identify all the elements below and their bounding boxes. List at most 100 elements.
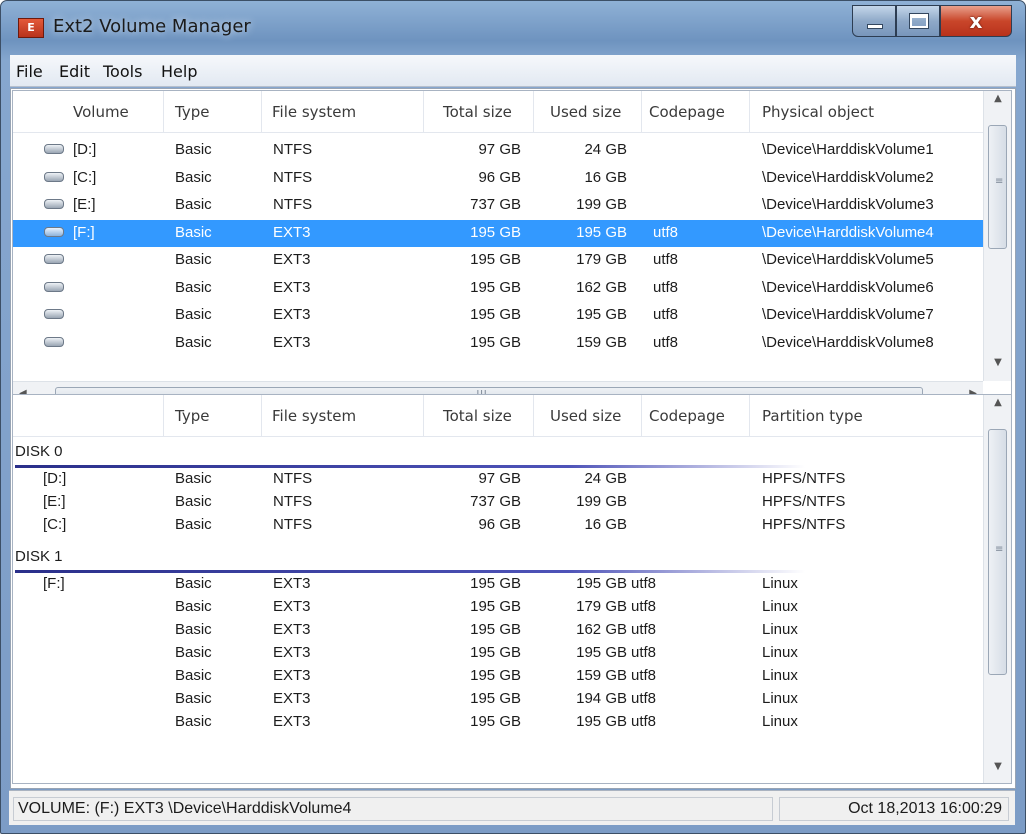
col-used-size[interactable]: Used size [550,103,621,121]
col-file-system[interactable]: File system [272,103,356,121]
volume-codepage: utf8 [653,306,679,323]
disk-drive-icon [44,281,64,292]
volume-physical: \Device\HarddiskVolume7 [762,306,934,323]
volume-row[interactable]: [F:] Basic EXT3 195 GB 195 GB utf8 \Device\Har… [13,219,983,247]
partition-row[interactable]: Basic EXT3 195 GB 195 GB utf8 Linux [13,643,983,666]
col-physical-object[interactable]: Physical object [762,103,874,121]
partition-type-basic: Basic [175,575,212,592]
volume-row[interactable]: [D:] Basic NTFS 97 GB 24 GB \Device\HarddiskV… [13,137,983,164]
col-partition-type[interactable]: Partition type [762,407,863,425]
volume-physical: \Device\HarddiskVolume8 [762,333,934,351]
partition-fs: NTFS [273,493,313,510]
col-total-size[interactable]: Total size [443,103,512,121]
disk-layout-vscroll-thumb[interactable]: ≡ [988,429,1007,675]
volume-used: 195 GB [576,306,627,323]
volume-fs: EXT3 [273,278,311,296]
partition-fs: EXT3 [273,690,311,707]
partition-fs: NTFS [273,470,313,487]
partition-kind: Linux [762,575,798,592]
partition-used: 162 GB [576,621,627,638]
partition-codepage: utf8 [631,575,657,592]
menu-help[interactable]: Help [161,62,197,81]
menu-edit[interactable]: Edit [59,62,90,81]
close-button[interactable]: x [940,5,1012,37]
volume-row[interactable]: [C:] Basic NTFS 96 GB 16 GB \Device\HarddiskV… [13,165,983,192]
partition-fs: EXT3 [273,575,311,592]
menu-tools[interactable]: Tools [103,62,142,81]
scroll-down-arrow-icon[interactable]: ▼ [989,761,1007,779]
partition-type-basic: Basic [175,713,212,730]
col-codepage[interactable]: Codepage [649,407,725,425]
volume-row[interactable]: Basic EXT3 195 GB 159 GB utf8 \Device\Harddis… [13,330,983,357]
partition-total: 97 GB [478,470,521,487]
volume-row[interactable]: [E:] Basic NTFS 737 GB 199 GB \Device\Harddis… [13,192,983,219]
menu-file[interactable]: File [16,62,43,81]
volume-fs: NTFS [273,196,313,213]
partition-used: 195 GB [576,713,627,730]
col-used-size[interactable]: Used size [550,407,621,425]
partition-row[interactable]: Basic EXT3 195 GB 194 GB utf8 Linux [13,689,983,712]
col-file-system[interactable]: File system [272,407,356,425]
volume-list-vscroll[interactable]: ▲ ≡ ▼ [983,91,1011,381]
ext2-app-icon[interactable]: E [18,18,44,38]
partition-row[interactable]: [C:] Basic NTFS 96 GB 16 GB HPFS/NTFS [13,515,983,538]
title-bar[interactable]: E Ext2 Volume Manager x [1,1,1025,55]
partition-total: 195 GB [470,598,521,615]
volume-list-pane: Volume Type File system Total size Used … [12,90,1012,408]
volume-fs: EXT3 [273,251,311,268]
partition-row[interactable]: [E:] Basic NTFS 737 GB 199 GB HPFS/NTFS [13,492,983,515]
volume-used: 199 GB [576,196,627,213]
volume-row[interactable]: Basic EXT3 195 GB 195 GB utf8 \Device\Harddis… [13,302,983,329]
partition-type-basic: Basic [175,470,212,487]
volume-row[interactable]: Basic EXT3 195 GB 179 GB utf8 \Device\Harddis… [13,247,983,274]
partition-type-basic: Basic [175,493,212,510]
maximize-icon [910,14,928,28]
col-type[interactable]: Type [175,407,209,425]
partition-row[interactable]: [F:] Basic EXT3 195 GB 195 GB utf8 Linux [13,574,983,597]
disk-drive-icon [44,336,64,347]
status-bar: VOLUME: (F:) EXT3 \Device\HarddiskVolume… [9,790,1015,825]
close-icon: x [969,9,983,33]
volume-physical: \Device\HarddiskVolume1 [762,141,934,158]
volume-physical: \Device\HarddiskVolume3 [762,196,934,213]
volume-type: Basic [175,223,212,241]
partition-row[interactable]: Basic EXT3 195 GB 195 GB utf8 Linux [13,712,983,735]
partition-total: 195 GB [470,690,521,707]
disk-drive-icon [44,226,64,237]
volume-row[interactable]: Basic EXT3 195 GB 162 GB utf8 \Device\Harddis… [13,275,983,302]
partition-kind: Linux [762,667,798,684]
scroll-up-arrow-icon[interactable]: ▲ [989,93,1007,111]
partition-row[interactable]: Basic EXT3 195 GB 162 GB utf8 Linux [13,620,983,643]
disk-drive-icon [44,199,64,209]
volume-fs: EXT3 [273,333,311,351]
volume-used: 16 GB [584,168,627,186]
col-codepage[interactable]: Codepage [649,103,725,121]
partition-used: 195 GB [576,575,627,592]
scroll-up-arrow-icon[interactable]: ▲ [989,397,1007,415]
disk-drive-icon [44,171,64,182]
partition-row[interactable]: Basic EXT3 195 GB 179 GB utf8 Linux [13,597,983,620]
disk-drive-icon [44,309,64,319]
volume-list-vscroll-thumb[interactable]: ≡ [988,125,1007,249]
partition-row[interactable]: Basic EXT3 195 GB 159 GB utf8 Linux [13,666,983,689]
col-total-size[interactable]: Total size [443,407,512,425]
scroll-down-arrow-icon[interactable]: ▼ [989,357,1007,375]
volume-type: Basic [175,251,212,268]
partition-row[interactable]: [D:] Basic NTFS 97 GB 24 GB HPFS/NTFS [13,469,983,492]
volume-used: 159 GB [576,333,627,351]
col-volume[interactable]: Volume [73,103,129,121]
partition-fs: EXT3 [273,598,311,615]
volume-used: 179 GB [576,251,627,268]
disk-layout-vscroll[interactable]: ▲ ≡ ▼ [983,395,1011,783]
volume-type: Basic [175,196,212,213]
col-type[interactable]: Type [175,103,209,121]
partition-codepage: utf8 [631,690,657,707]
volume-codepage: utf8 [653,333,679,351]
disk-group-label: DISK 1 [15,548,63,565]
disk-drive-icon [44,144,64,154]
maximize-button[interactable] [896,5,940,37]
status-volume-info: VOLUME: (F:) EXT3 \Device\HarddiskVolume… [13,797,773,821]
partition-type-basic: Basic [175,621,212,638]
minimize-button[interactable] [852,5,896,37]
volume-total: 195 GB [470,333,521,351]
